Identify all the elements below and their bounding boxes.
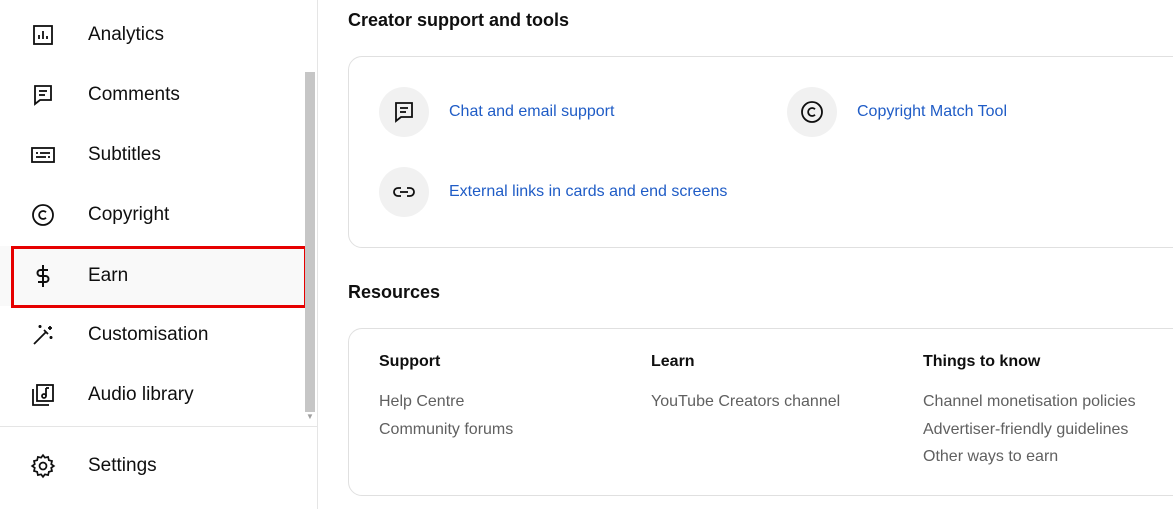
resources-column-learn: Learn YouTube Creators channel — [651, 353, 840, 416]
creator-support-title: Creator support and tools — [348, 10, 570, 30]
advertiser-friendly-guidelines-link[interactable]: Advertiser-friendly guidelines — [923, 416, 1136, 444]
link-icon — [379, 167, 429, 217]
resources-column-things-to-know: Things to know Channel monetisation poli… — [923, 353, 1136, 471]
sidebar-item-label: Audio library — [88, 384, 194, 405]
subtitles-icon — [30, 142, 56, 168]
column-heading: Learn — [651, 353, 695, 370]
sidebar-scrollbar[interactable] — [305, 72, 315, 412]
magic-wand-icon — [30, 322, 56, 348]
sidebar-item-analytics[interactable]: Analytics — [0, 5, 305, 65]
creator-support-card: Chat and email support Copyright Match T… — [348, 56, 1173, 248]
chat-email-support-link[interactable]: Chat and email support — [379, 87, 614, 137]
gear-icon — [30, 453, 56, 479]
sidebar-item-copyright[interactable]: Copyright — [0, 185, 305, 245]
sidebar-item-label: Earn — [88, 265, 129, 286]
sidebar-item-subtitles[interactable]: Subtitles — [0, 125, 305, 185]
sidebar-item-earn[interactable]: Earn — [0, 246, 305, 306]
copyright-icon — [787, 87, 837, 137]
help-centre-link[interactable]: Help Centre — [379, 388, 513, 416]
tool-link-label[interactable]: External links in cards and end screens — [449, 183, 727, 201]
resources-title: Resources — [348, 282, 441, 302]
sidebar-item-label: Subtitles — [88, 144, 161, 165]
sidebar-item-label: Comments — [88, 84, 180, 105]
column-heading: Support — [379, 353, 441, 370]
other-ways-to-earn-link[interactable]: Other ways to earn — [923, 443, 1136, 471]
audio-library-icon — [30, 382, 56, 408]
dollar-icon — [30, 263, 56, 289]
sidebar: Analytics Comments Subtitles Copyright E… — [0, 0, 318, 509]
sidebar-item-customisation[interactable]: Customisation — [0, 305, 305, 365]
sidebar-item-label: Customisation — [88, 324, 209, 345]
column-heading: Things to know — [923, 353, 1041, 370]
sidebar-item-audio-library[interactable]: Audio library — [0, 365, 305, 425]
tool-link-label[interactable]: Copyright Match Tool — [857, 103, 1007, 121]
sidebar-divider — [0, 426, 317, 427]
analytics-icon — [30, 22, 56, 48]
community-forums-link[interactable]: Community forums — [379, 416, 513, 444]
resources-column-support: Support Help Centre Community forums — [379, 353, 513, 443]
copyright-match-tool-link[interactable]: Copyright Match Tool — [787, 87, 1007, 137]
sidebar-item-label: Analytics — [88, 24, 165, 45]
settings-label: Settings — [88, 455, 157, 476]
scroll-down-arrow-icon[interactable]: ▼ — [306, 413, 314, 421]
tool-link-label[interactable]: Chat and email support — [449, 103, 614, 121]
resources-card: Support Help Centre Community forums Lea… — [348, 328, 1173, 496]
sidebar-item-settings[interactable]: Settings — [0, 436, 305, 496]
comments-icon — [30, 82, 56, 108]
main-content: Creator support and tools Chat and email… — [318, 0, 1173, 509]
sidebar-item-comments[interactable]: Comments — [0, 65, 305, 125]
chat-icon — [379, 87, 429, 137]
channel-monetisation-policies-link[interactable]: Channel monetisation policies — [923, 388, 1136, 416]
external-links-link[interactable]: External links in cards and end screens — [379, 167, 727, 217]
sidebar-item-label: Copyright — [88, 204, 170, 225]
copyright-icon — [30, 202, 56, 228]
youtube-creators-channel-link[interactable]: YouTube Creators channel — [651, 388, 840, 416]
